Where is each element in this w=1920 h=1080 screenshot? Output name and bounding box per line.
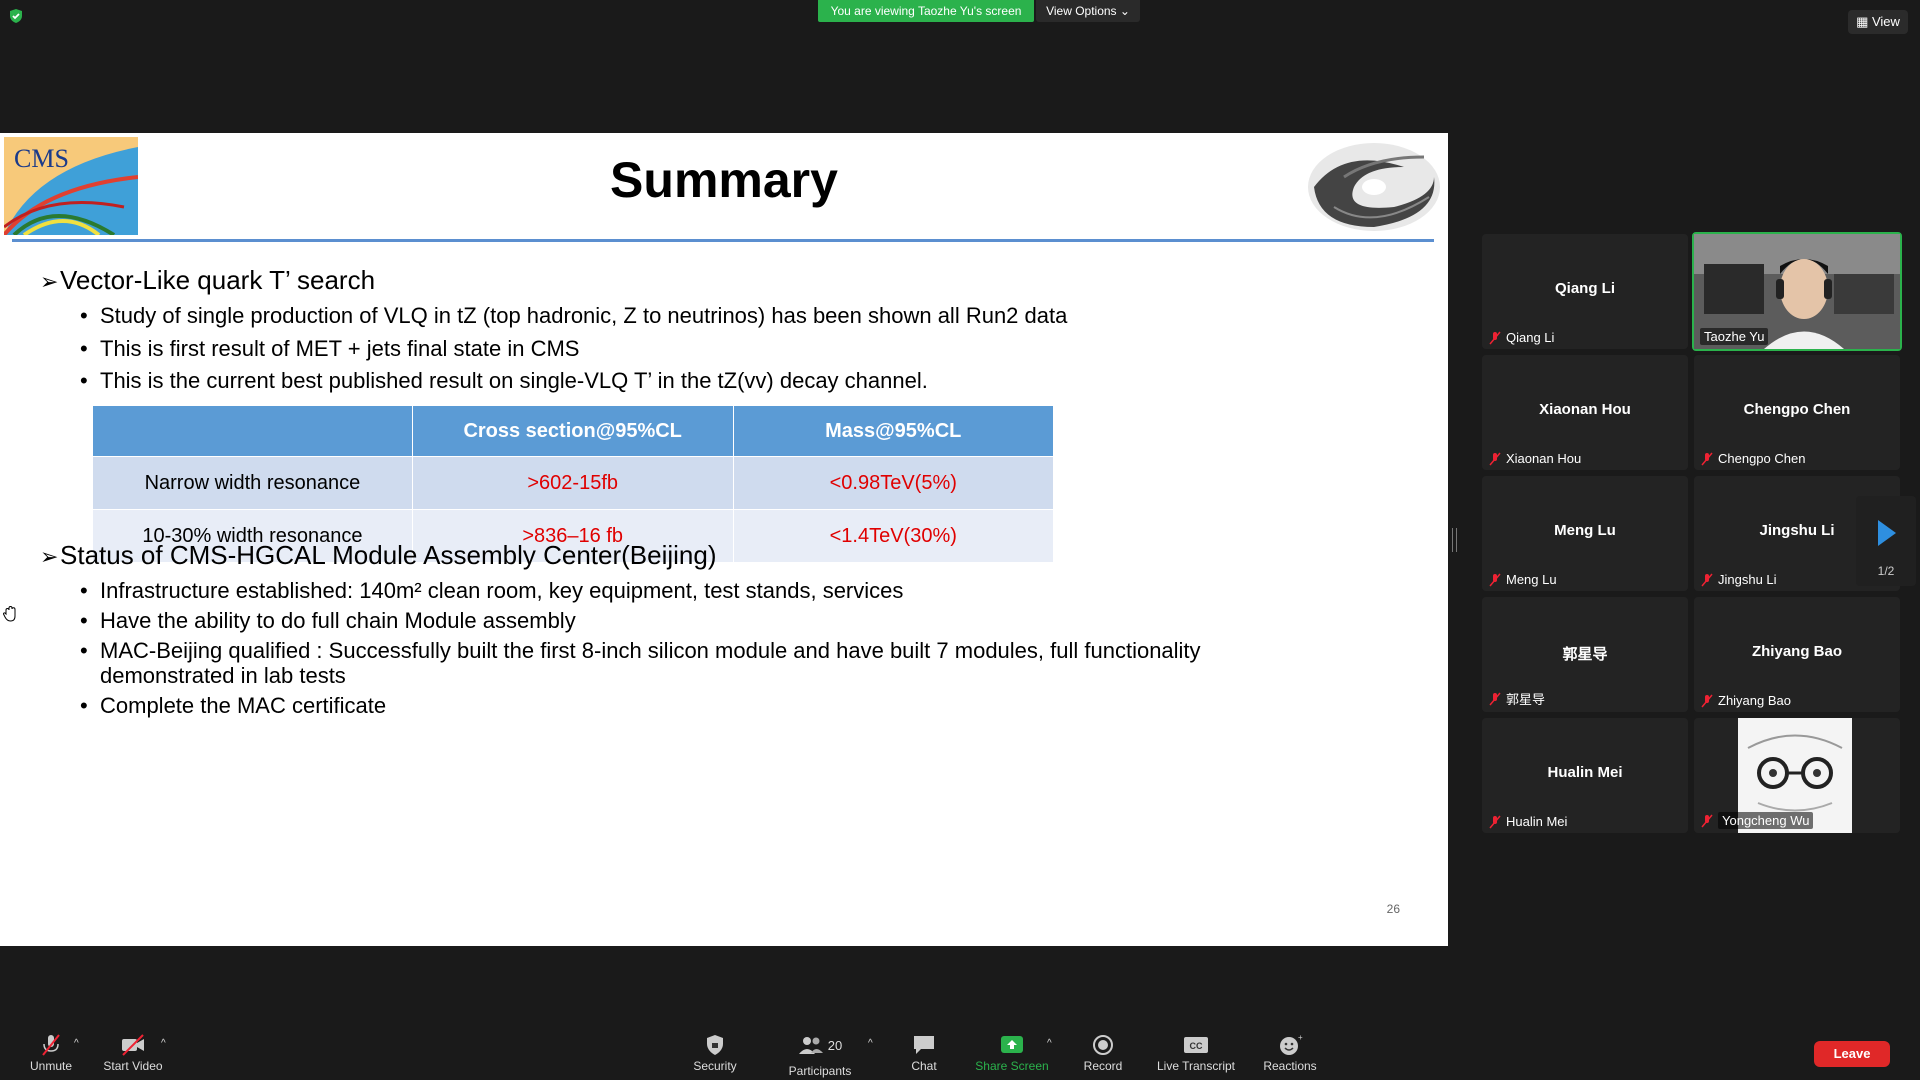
chat-button[interactable]: Chat (879, 1034, 969, 1073)
participant-tile[interactable]: Meng Lu Meng Lu (1482, 476, 1688, 591)
participant-label: Xiaonan Hou (1488, 451, 1581, 466)
participant-label: Chengpo Chen (1700, 451, 1805, 466)
muted-mic-icon (1489, 573, 1501, 586)
participant-label: Zhiyang Bao (1700, 693, 1791, 708)
bullet-item: • Have the ability to do full chain Modul… (80, 608, 576, 633)
video-options-caret-icon[interactable]: ^ (161, 1038, 166, 1049)
table-cell: <0.98TeV(5%) (732, 456, 1055, 510)
svg-text:+: + (1298, 1034, 1303, 1042)
muted-mic-icon (1489, 692, 1501, 705)
muted-mic-icon (1701, 452, 1713, 465)
participant-tile[interactable]: Chengpo Chen Chengpo Chen (1694, 355, 1900, 470)
view-options-button[interactable]: View Options ⌄ (1036, 0, 1140, 22)
participant-label: Qiang Li (1488, 330, 1554, 345)
table-header-row: Cross section@95%CL Mass@95%CL (92, 405, 1055, 457)
participant-name: 郭星导 (1562, 646, 1608, 663)
participant-tile[interactable]: Yongcheng Wu (1694, 718, 1900, 833)
hand-cursor-icon (2, 605, 16, 622)
participant-count: 20 (827, 1037, 843, 1053)
participant-name: Hualin Mei (1547, 764, 1623, 781)
participant-tile-active-speaker[interactable]: Taozhe Yu (1692, 232, 1902, 351)
muted-mic-icon (42, 1034, 60, 1056)
participant-tile[interactable]: Zhiyang Bao Zhiyang Bao (1694, 597, 1900, 712)
bullet-item: • Complete the MAC certificate (80, 693, 387, 718)
muted-mic-icon (1701, 573, 1713, 586)
title-divider (12, 239, 1434, 242)
record-button[interactable]: Record (1058, 1034, 1148, 1073)
participant-tile[interactable]: 郭星导 郭星导 (1482, 597, 1688, 712)
participant-label: Meng Lu (1488, 572, 1557, 587)
participant-tile[interactable]: Qiang Li Qiang Li (1482, 234, 1688, 349)
bullet-item: • MAC-Beijing qualified : Successfully bu… (80, 638, 1201, 688)
participant-label: Taozhe Yu (1700, 328, 1769, 345)
panel-resize-handle[interactable] (1452, 528, 1457, 552)
top-bar: You are viewing Taozhe Yu's screen View … (0, 0, 1920, 34)
section-heading-text: Vector-Like quark T’ search (60, 265, 376, 295)
muted-mic-icon (1701, 694, 1713, 707)
leave-meeting-button[interactable]: Leave (1814, 1041, 1890, 1067)
table-header-cell (92, 405, 413, 457)
table-header-cell: Cross section@95%CL (411, 405, 734, 457)
muted-mic-icon (1489, 452, 1501, 465)
record-icon (1093, 1035, 1113, 1055)
slide-page-number: 26 (1386, 902, 1400, 916)
video-off-icon (122, 1034, 144, 1056)
reactions-button[interactable]: + Reactions (1245, 1034, 1335, 1073)
participant-name: Qiang Li (1555, 280, 1615, 297)
participant-label: 郭星导 (1488, 689, 1545, 708)
bullet-item: • This is first result of MET + jets fina… (80, 336, 580, 361)
table-cell: Narrow width resonance (92, 456, 413, 510)
participant-name: Chengpo Chen (1743, 401, 1851, 418)
bullet-item: • Study of single production of VLQ in tZ… (80, 303, 1068, 328)
section-heading-text: Status of CMS-HGCAL Module Assembly Cent… (60, 540, 717, 570)
gallery-page-indicator: 1/2 (1877, 564, 1895, 578)
view-button[interactable]: ▦ View (1848, 10, 1908, 34)
table-header-cell: Mass@95%CL (732, 405, 1055, 457)
share-screen-icon (1001, 1036, 1023, 1053)
security-button[interactable]: Security (670, 1034, 760, 1073)
closed-caption-icon: CC (1184, 1037, 1208, 1053)
security-shield-icon (707, 1035, 723, 1055)
audio-options-caret-icon[interactable]: ^ (74, 1038, 79, 1049)
view-button-label: View (1871, 14, 1900, 29)
participants-icon (798, 1037, 823, 1054)
next-arrow-icon (1878, 520, 1896, 546)
arrow-bullet-icon: ➢ (40, 544, 59, 569)
section-heading-vlq: ➢Vector-Like quark T’ search (40, 265, 375, 296)
live-transcript-button[interactable]: CC Live Transcript (1151, 1034, 1241, 1073)
participant-tile[interactable]: Xiaonan Hou Xiaonan Hou (1482, 355, 1688, 470)
table-row: Narrow width resonance >602-15fb <0.98Te… (92, 456, 1055, 510)
meeting-toolbar: Unmute ^ Start Video ^ Security 20 Parti… (0, 1028, 1920, 1080)
muted-mic-icon (1489, 331, 1501, 344)
muted-mic-icon (1701, 814, 1713, 827)
participants-options-caret-icon[interactable]: ^ (868, 1038, 873, 1049)
participant-name: Zhiyang Bao (1751, 643, 1842, 660)
participants-button[interactable]: 20 Participants (775, 1034, 865, 1078)
viewing-screen-banner: You are viewing Taozhe Yu's screen (818, 0, 1034, 22)
participant-label: Hualin Mei (1488, 814, 1567, 829)
share-screen-button[interactable]: Share Screen (967, 1034, 1057, 1073)
slide-title: Summary (610, 152, 838, 208)
svg-text:CC: CC (1190, 1041, 1203, 1051)
unmute-button[interactable]: Unmute (6, 1034, 96, 1073)
chat-bubble-icon (914, 1036, 934, 1054)
participant-label: Yongcheng Wu (1700, 812, 1814, 829)
participant-tile[interactable]: Hualin Mei Hualin Mei (1482, 718, 1688, 833)
gallery-next-page-button[interactable]: 1/2 (1856, 496, 1916, 586)
participant-name: Meng Lu (1554, 522, 1616, 539)
participant-label: Jingshu Li (1700, 572, 1777, 587)
bullet-item: • This is the current best published resu… (80, 368, 928, 393)
table-cell: <1.4TeV(30%) (732, 509, 1055, 563)
muted-mic-icon (1489, 815, 1501, 828)
bullet-item: • Infrastructure established: 140m² clean… (80, 578, 904, 603)
participant-name: Xiaonan Hou (1539, 401, 1631, 418)
reaction-emoji-icon: + (1280, 1034, 1303, 1055)
table-cell: >602-15fb (411, 456, 734, 510)
shared-slide: CMS Summary ➢Vector-Like quark T’ search… (0, 133, 1448, 946)
encryption-shield-icon[interactable] (8, 8, 24, 24)
share-options-caret-icon[interactable]: ^ (1047, 1038, 1052, 1049)
grid-view-icon: ▦ (1856, 14, 1869, 29)
section-heading-hgcal: ➢Status of CMS-HGCAL Module Assembly Cen… (40, 540, 717, 571)
arrow-bullet-icon: ➢ (40, 269, 59, 294)
